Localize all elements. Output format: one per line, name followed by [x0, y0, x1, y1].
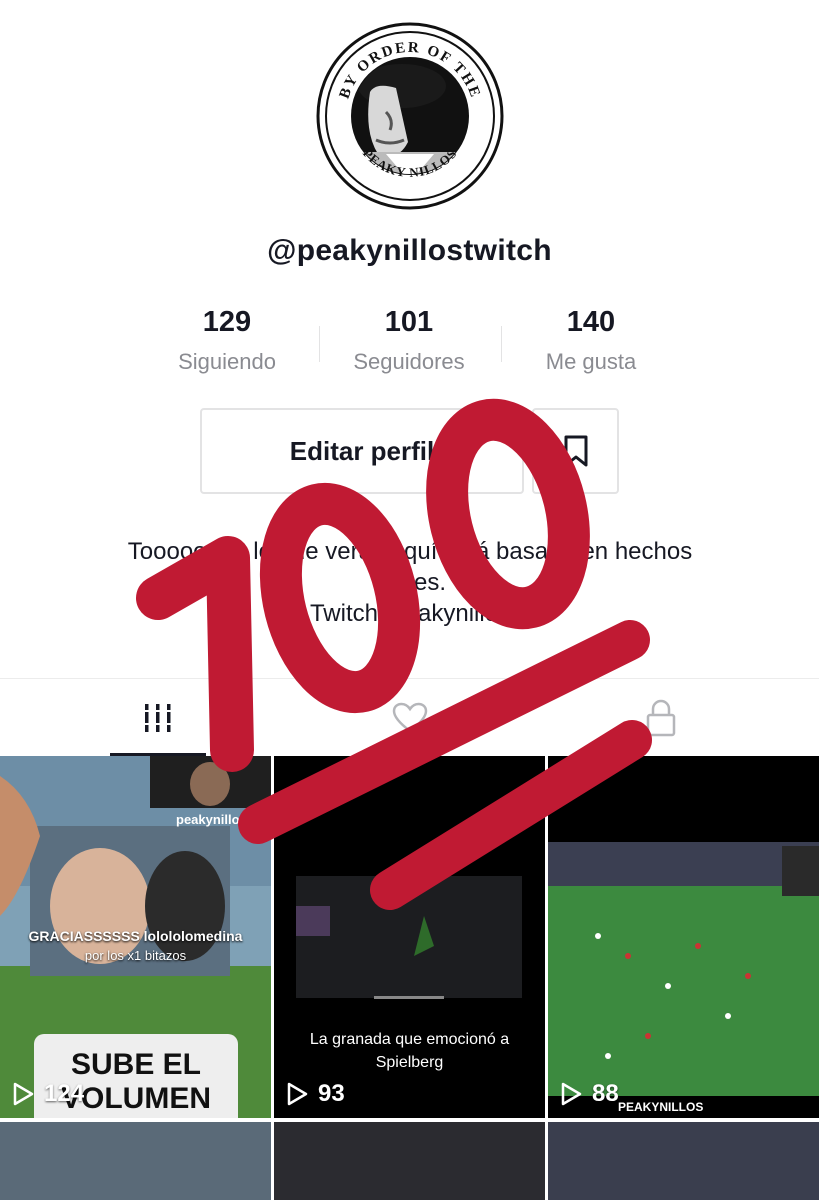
grid-icon: [142, 704, 173, 732]
profile-handle: @peakynillostwitch: [267, 234, 552, 267]
stat-following[interactable]: 129 Siguiendo: [136, 306, 318, 375]
video-thumbnail[interactable]: [274, 1122, 545, 1200]
likes-label: Me gusta: [545, 349, 637, 374]
view-count-value: 93: [318, 1080, 345, 1107]
profile-stats: 129 Siguiendo 101 Seguidores 140 Me gust…: [136, 306, 683, 378]
video-thumbnail[interactable]: [548, 1122, 819, 1200]
twitch-badge: peakynillos: [176, 812, 247, 827]
view-count-value: 124: [44, 1080, 85, 1107]
bookmark-button[interactable]: [532, 408, 619, 494]
video-big-text: SUBE EL: [70, 1048, 202, 1081]
video-thumbnail-image: [548, 842, 819, 1096]
play-icon: [287, 1082, 308, 1106]
view-count: 124: [12, 1080, 84, 1108]
video-caption: GRACIASSSSSS lolololomedina: [28, 928, 243, 944]
likes-count: 140: [566, 306, 616, 338]
bookmark-icon: [564, 435, 587, 467]
video-grid: peakynillos GRACIASSSSSS lolololomedina …: [0, 756, 819, 1200]
stat-likes[interactable]: 140 Me gusta: [500, 306, 682, 375]
profile-avatar[interactable]: BY ORDER OF THE PEAKY NILLOS: [316, 22, 504, 210]
tab-liked[interactable]: [273, 679, 546, 757]
twitch-badge: PEAKYNILLOS: [618, 1100, 704, 1114]
video-thumbnail[interactable]: peakynillos GRACIASSSSSS lolololomedina …: [0, 756, 271, 1118]
followers-count: 101: [384, 306, 434, 338]
following-count: 129: [202, 306, 252, 338]
video-thumbnail[interactable]: [0, 1122, 271, 1200]
tab-videos[interactable]: [21, 679, 294, 757]
edit-profile-button[interactable]: Editar perfil: [200, 408, 524, 494]
video-thumbnail[interactable]: La granada que emocionó a Spielberg 93: [274, 756, 545, 1118]
view-count-value: 88: [592, 1080, 619, 1107]
lock-icon: [646, 699, 675, 737]
video-thumbnail[interactable]: PEAKYNILLOS 88: [548, 756, 819, 1118]
peaky-nillos-logo: BY ORDER OF THE PEAKY NILLOS: [316, 22, 504, 210]
bio-line: Toooooodo lo que verás aquí está basado …: [127, 538, 693, 565]
play-icon: [561, 1082, 582, 1106]
profile-bio: Toooooodo lo que verás aquí está basado …: [60, 536, 760, 629]
tab-private[interactable]: [524, 679, 797, 757]
following-label: Siguiendo: [178, 349, 276, 374]
bio-line: reales.: [373, 569, 447, 596]
play-icon: [13, 1082, 34, 1106]
bio-line: Twitch: peakynillos: [309, 600, 511, 627]
profile-tabs: [0, 678, 819, 757]
view-count: 93: [286, 1080, 345, 1108]
stat-followers[interactable]: 101 Seguidores: [318, 306, 500, 375]
followers-label: Seguidores: [353, 349, 465, 374]
video-caption: La granada que emocionó a Spielberg: [309, 1031, 510, 1071]
heart-icon: [392, 702, 427, 733]
view-count: 88: [560, 1080, 619, 1108]
video-caption-sub: por los x1 bitazos: [84, 948, 187, 963]
